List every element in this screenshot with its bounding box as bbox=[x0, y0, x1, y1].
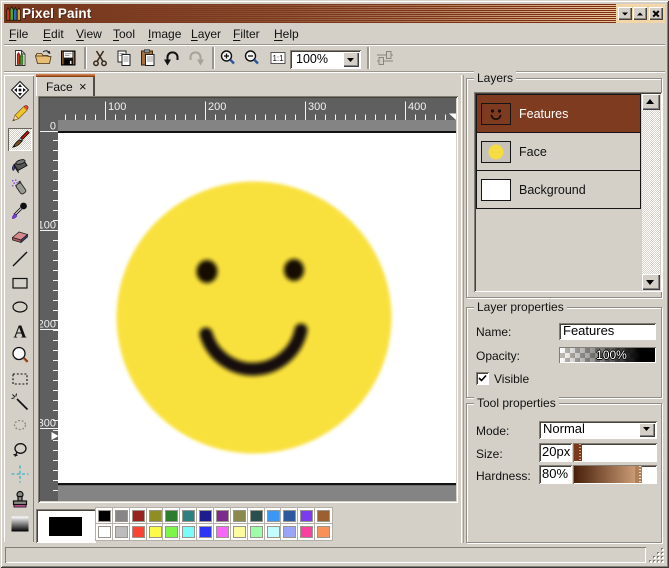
svg-text:300: 300 bbox=[40, 418, 56, 430]
svg-text:200: 200 bbox=[208, 101, 226, 113]
svg-text:300: 300 bbox=[308, 101, 326, 113]
svg-text:0: 0 bbox=[50, 121, 56, 133]
svg-text:200: 200 bbox=[40, 319, 56, 331]
svg-text:100: 100 bbox=[40, 220, 56, 232]
svg-text:1:1: 1:1 bbox=[272, 54, 284, 63]
svg-text:400: 400 bbox=[408, 101, 426, 113]
svg-text:100: 100 bbox=[108, 101, 126, 113]
svg-text:A: A bbox=[13, 322, 26, 342]
